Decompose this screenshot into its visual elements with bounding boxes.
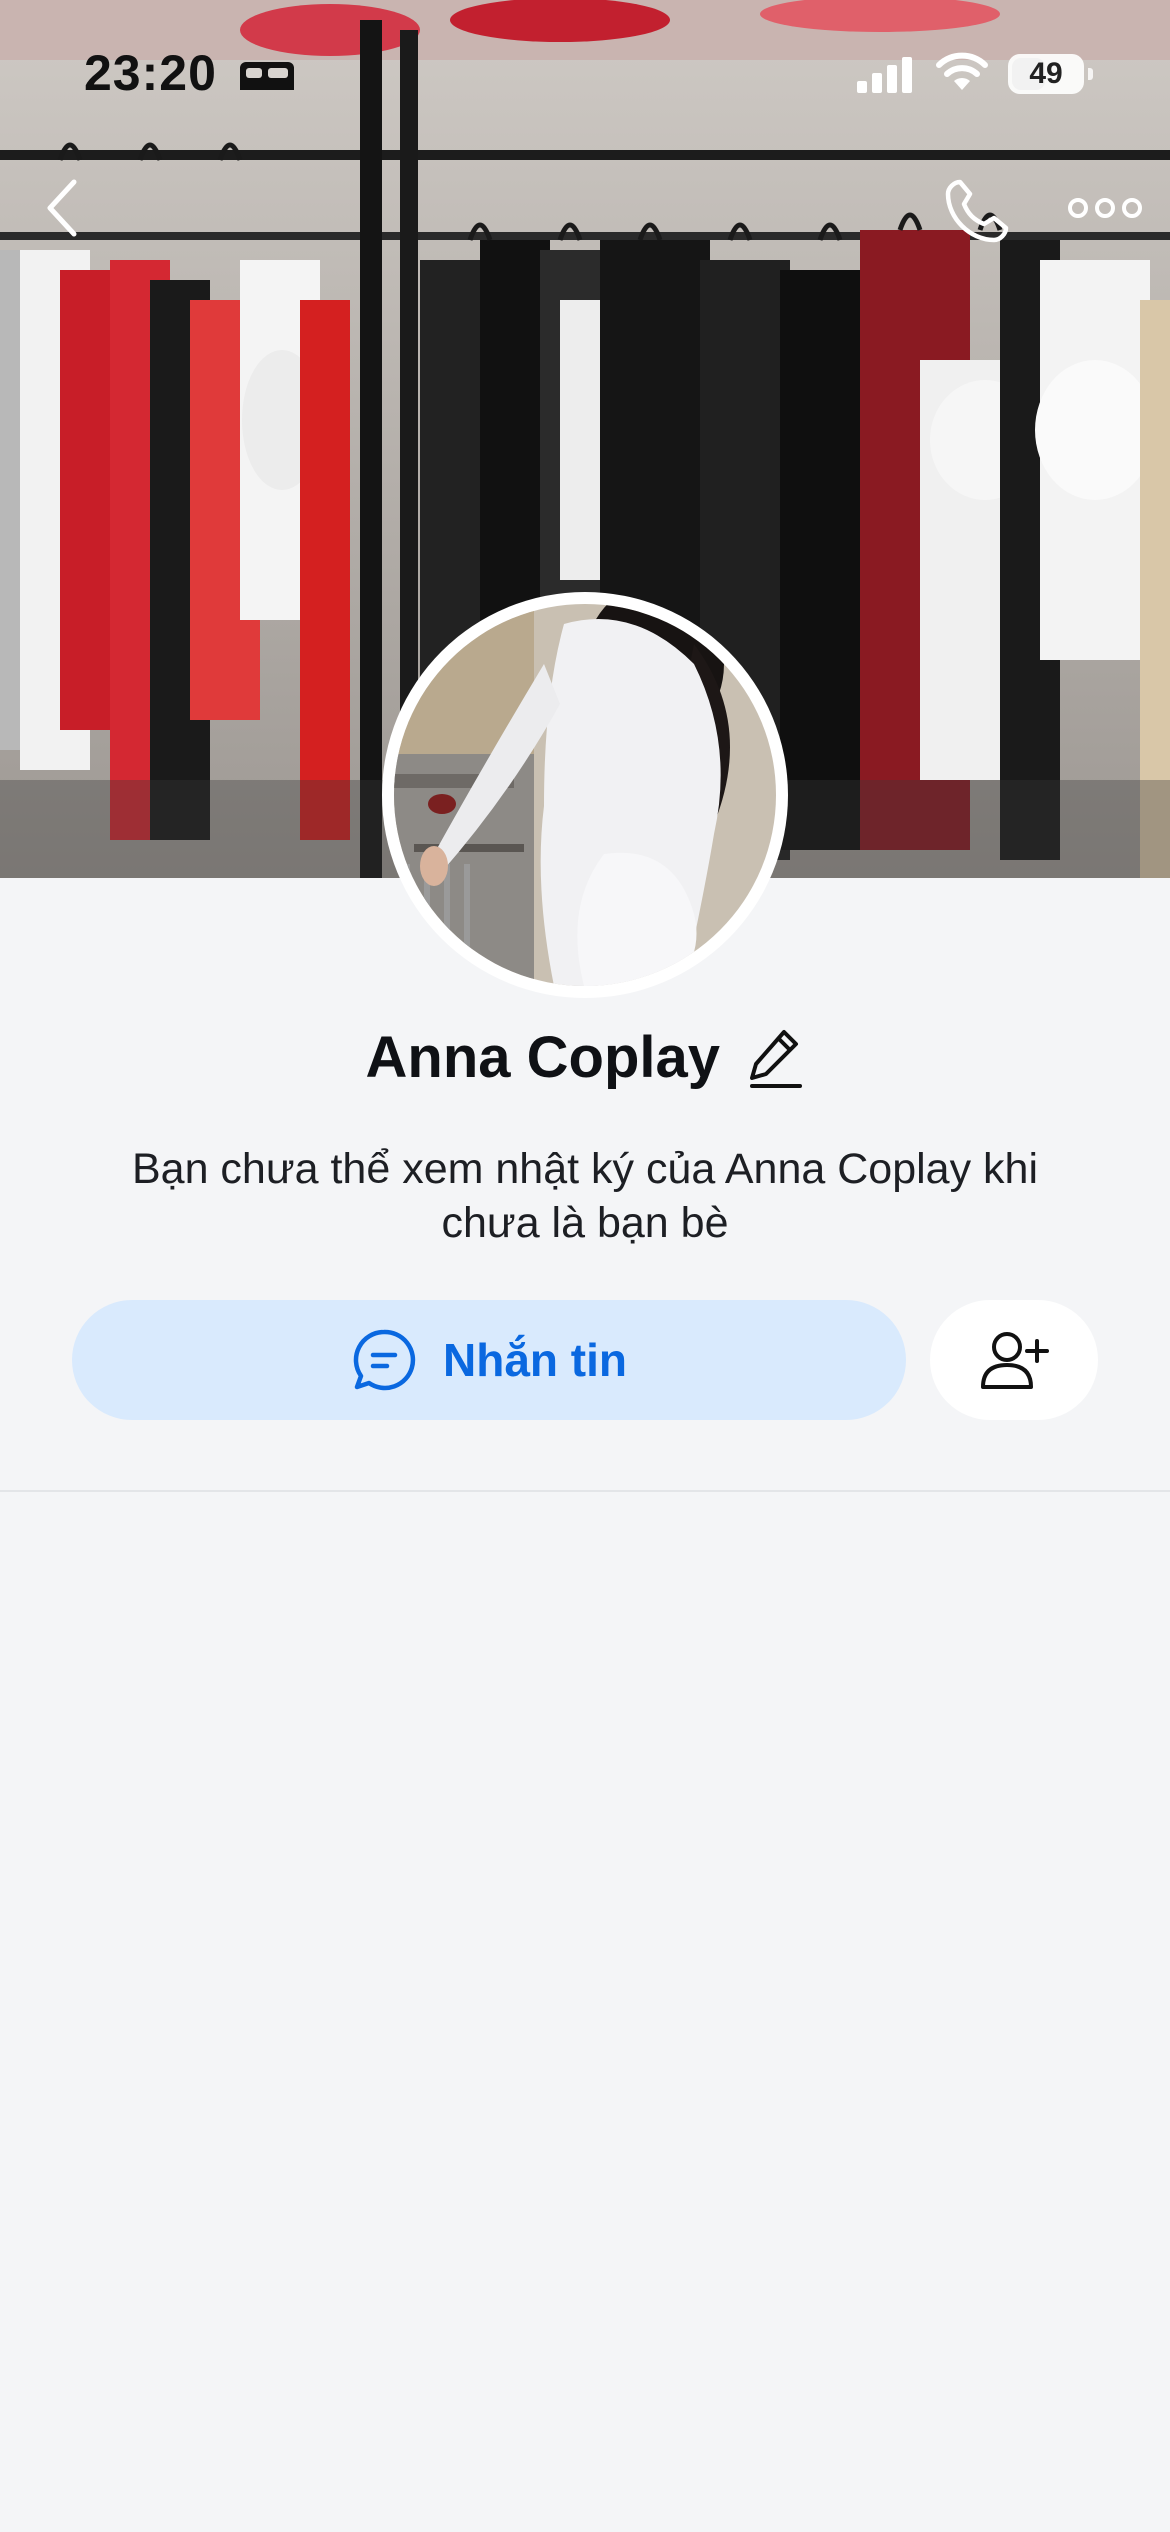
message-button[interactable]: Nhắn tin	[72, 1300, 906, 1420]
ellipsis-icon	[1068, 198, 1142, 218]
status-time: 23:20	[84, 45, 217, 101]
add-friend-icon	[981, 1332, 1049, 1389]
sleep-mode-icon	[240, 62, 294, 90]
add-friend-button[interactable]	[930, 1300, 1098, 1420]
pencil-icon[interactable]	[748, 1026, 804, 1090]
wifi-icon	[936, 52, 988, 90]
profile-screen: 23:20 49 Anna Coplay Bạn chưa thể xem nh…	[0, 0, 1170, 2532]
cellular-signal-icon	[857, 57, 912, 93]
message-button-label: Nhắn tin	[443, 1334, 627, 1386]
chat-bubble-icon	[353, 1329, 416, 1391]
chevron-left-icon	[47, 179, 77, 237]
profile-name: Anna Coplay	[365, 1025, 721, 1090]
battery-percent: 49	[1029, 57, 1063, 90]
battery-icon: 49	[1008, 54, 1093, 94]
avatar-image	[394, 604, 776, 986]
call-button[interactable]	[930, 168, 1020, 248]
privacy-note: Bạn chưa thể xem nhật ký của Anna Coplay…	[131, 1145, 1039, 1247]
name-row: Anna Coplay	[0, 1024, 1170, 1104]
divider	[0, 1490, 1170, 1492]
more-button[interactable]	[1060, 168, 1150, 248]
phone-icon	[945, 179, 1009, 243]
back-button[interactable]	[30, 168, 100, 248]
status-bar: 23:20 49	[0, 0, 1170, 150]
battery-cap	[1088, 68, 1093, 80]
avatar[interactable]	[382, 592, 788, 998]
